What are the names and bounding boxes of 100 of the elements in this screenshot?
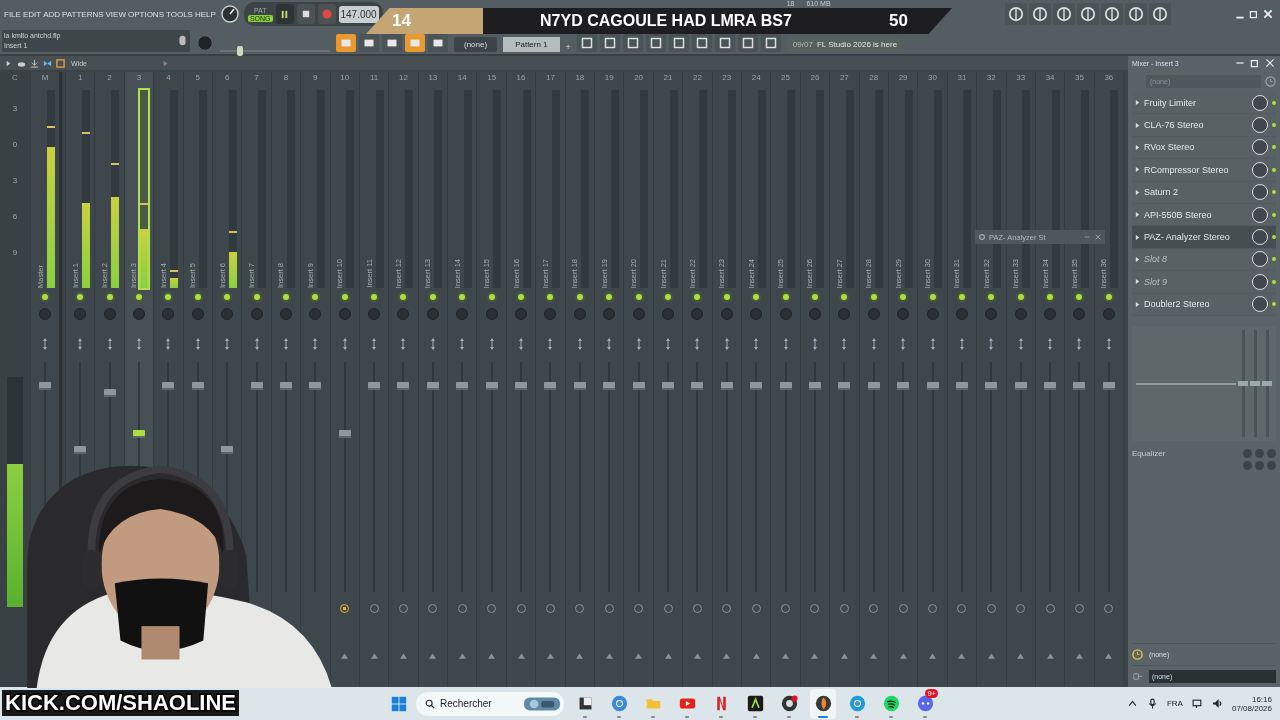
effect-slot[interactable]: Slot 9 <box>1132 271 1276 294</box>
fader-handle[interactable] <box>544 381 557 390</box>
restore-button[interactable] <box>1248 8 1260 20</box>
meter-track[interactable] <box>228 90 237 288</box>
windows-start-icon[interactable] <box>390 694 408 713</box>
effect-slot[interactable]: RVox Stereo <box>1132 136 1276 160</box>
stop-button[interactable] <box>296 4 315 24</box>
meter-track[interactable] <box>140 90 149 288</box>
mix-knob[interactable] <box>1252 206 1268 223</box>
menu-item[interactable]: TOOLS <box>166 9 193 19</box>
pan-knob[interactable] <box>897 308 910 320</box>
pan-knob[interactable] <box>779 308 792 320</box>
pan-knob[interactable] <box>867 308 880 320</box>
stereo-separation-icon[interactable] <box>958 338 965 350</box>
expand-arrow-icon[interactable] <box>1135 300 1140 308</box>
effect-name[interactable]: Fruity Limiter <box>1144 97 1248 108</box>
enable-led[interactable] <box>606 294 613 300</box>
strip-number[interactable]: 12 <box>399 72 408 84</box>
news-headline[interactable]: FL Studio 2026 is here <box>816 40 898 49</box>
route-arrow-icon[interactable] <box>605 653 613 659</box>
taskbar-app[interactable] <box>810 688 836 719</box>
enable-led[interactable] <box>870 294 877 300</box>
stereo-separation-icon[interactable] <box>547 338 554 350</box>
strip-number[interactable]: 26 <box>810 72 820 84</box>
route-arrow-icon[interactable] <box>870 653 878 659</box>
restore-button[interactable] <box>1249 57 1261 69</box>
fader-handle[interactable] <box>573 381 586 390</box>
clock-time[interactable]: 16:16 <box>1251 694 1272 704</box>
stereo-separation-icon[interactable] <box>194 338 201 350</box>
mix-knob[interactable] <box>1252 117 1268 134</box>
strip-number[interactable]: 22 <box>692 72 702 84</box>
strip-number[interactable]: 3 <box>136 72 142 84</box>
route-arrow-icon[interactable] <box>782 653 790 659</box>
mix-knob[interactable] <box>1252 184 1268 201</box>
close-icon[interactable] <box>1094 233 1102 241</box>
fader-handle[interactable] <box>279 381 292 390</box>
stereo-separation-icon[interactable] <box>753 338 760 350</box>
strip-number[interactable]: 35 <box>1075 72 1084 84</box>
expand-arrow-icon[interactable] <box>1135 278 1140 286</box>
stereo-separation-icon[interactable] <box>312 338 319 350</box>
fader-handle[interactable] <box>691 381 704 390</box>
stereo-separation-icon[interactable] <box>870 338 877 350</box>
enable-led[interactable] <box>135 294 142 300</box>
volume-knob[interactable] <box>219 4 240 24</box>
pan-knob[interactable] <box>603 308 616 320</box>
pattern-selector[interactable]: Pattern 1 <box>503 37 560 52</box>
pan-knob[interactable] <box>103 308 116 320</box>
stereo-separation-icon[interactable] <box>929 338 936 350</box>
effect-slot[interactable]: PAZ- Analyzer Stereo <box>1132 226 1276 249</box>
meter-track[interactable] <box>46 90 55 288</box>
meter-track[interactable] <box>1080 90 1089 288</box>
fader-handle[interactable] <box>1014 381 1027 390</box>
strip-number[interactable]: 4 <box>166 72 171 84</box>
stereo-separation-icon[interactable] <box>253 338 260 350</box>
eq-fader[interactable] <box>1250 329 1260 437</box>
network-icon[interactable] <box>1191 698 1203 709</box>
stereo-separation-icon[interactable] <box>665 338 671 350</box>
clock-date[interactable]: 07/08/2026 <box>1231 703 1272 713</box>
strip-number[interactable]: 23 <box>722 72 732 84</box>
output-icon[interactable] <box>1132 671 1143 682</box>
expand-arrow-icon[interactable] <box>1135 166 1140 174</box>
enable-led[interactable] <box>1272 167 1276 172</box>
enable-led[interactable] <box>988 294 995 300</box>
fader-handle[interactable] <box>221 446 234 454</box>
mix-knob[interactable] <box>1252 94 1268 111</box>
enable-led[interactable] <box>694 294 701 300</box>
chevron-up-icon[interactable] <box>1126 698 1138 709</box>
stereo-separation-icon[interactable] <box>694 338 701 350</box>
stereo-separation-icon[interactable] <box>1017 338 1024 350</box>
pattern-picker[interactable]: (none) <box>454 37 498 52</box>
pan-knob[interactable] <box>1044 308 1057 320</box>
fader-handle[interactable] <box>779 381 792 390</box>
pan-knob[interactable] <box>397 308 410 320</box>
strip-number[interactable]: 14 <box>457 72 467 84</box>
pan-knob[interactable] <box>750 308 763 320</box>
stereo-separation-icon[interactable] <box>42 338 48 350</box>
fader-handle[interactable] <box>368 381 381 390</box>
enable-led[interactable] <box>1017 294 1024 300</box>
pan-knob[interactable] <box>191 308 204 320</box>
enable-led[interactable] <box>1272 212 1276 217</box>
stereo-separation-icon[interactable] <box>429 338 436 350</box>
stereo-separation-icon[interactable] <box>459 338 466 350</box>
enable-led[interactable] <box>635 294 642 300</box>
menu-item[interactable]: VIEW <box>105 9 126 19</box>
meter-track[interactable] <box>111 90 120 288</box>
stereo-separation-icon[interactable] <box>723 338 730 350</box>
strip-number[interactable]: 15 <box>487 72 497 84</box>
strip-number[interactable]: 6 <box>224 72 230 84</box>
fader-handle[interactable] <box>632 381 645 390</box>
stereo-separation-icon[interactable] <box>1105 338 1112 350</box>
stereo-separation-icon[interactable] <box>606 338 613 350</box>
pan-knob[interactable] <box>338 308 351 320</box>
effect-slot[interactable]: Saturn 2 <box>1132 181 1276 204</box>
strip-number[interactable]: 9 <box>313 72 318 84</box>
enable-led[interactable] <box>665 294 671 300</box>
enable-led[interactable] <box>1047 294 1054 300</box>
strip-number[interactable]: 36 <box>1104 72 1114 84</box>
fader-handle[interactable] <box>162 381 175 390</box>
route-arrow-icon[interactable] <box>929 653 936 659</box>
route-arrow-icon[interactable] <box>370 653 378 659</box>
